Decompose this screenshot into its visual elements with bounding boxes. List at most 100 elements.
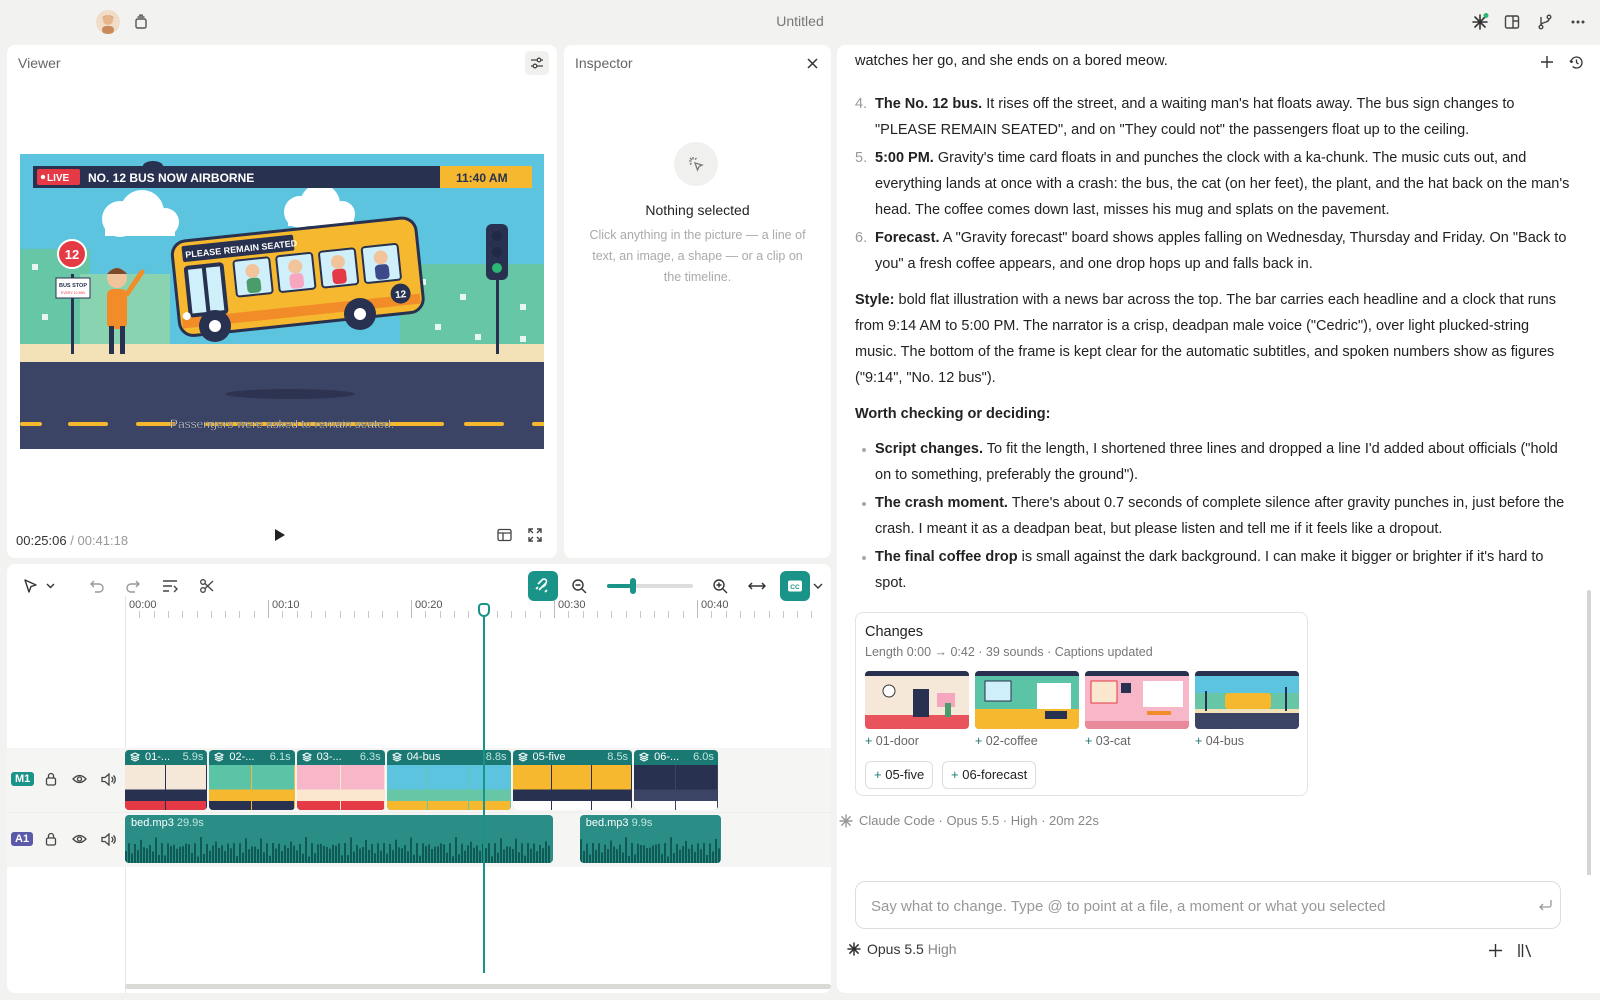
bullet-title: The final coffee drop [875, 549, 1018, 565]
change-item-label: + 03-cat [1085, 734, 1131, 748]
ruler-label: 00:10 [272, 599, 300, 611]
playhead-line [482, 616, 485, 973]
fullscreen-icon[interactable] [525, 525, 545, 545]
ruler-tick [525, 611, 527, 618]
clip-name: 06-... [654, 751, 680, 763]
ruler-tick [539, 611, 541, 618]
viewer-settings-icon[interactable] [525, 51, 549, 75]
enter-icon[interactable] [1536, 896, 1554, 914]
pointer-click-icon [674, 142, 718, 186]
clip-duration: 6.1s [269, 751, 291, 763]
subtitle-caption: Passengers were asked to remain seated. [170, 417, 394, 431]
video-track: M1 01-... 5.9s 02-... 6.1s 03-... 6.3s 04-bus 8… [7, 748, 831, 812]
worth-list: Script changes. To fit the length, I sho… [862, 436, 1575, 598]
list-item: 6. Forecast. A "Gravity forecast" board s… [855, 225, 1575, 277]
ruler-tick [811, 611, 813, 618]
change-thumbnail-04-bus[interactable] [1195, 671, 1299, 729]
change-pill-05-five[interactable]: + 05-five [865, 761, 934, 789]
audio-clip-name: bed.mp3 [131, 817, 177, 829]
ruler-tick [225, 611, 227, 618]
step-number: 4. [855, 96, 868, 112]
ruler-tick [797, 611, 799, 618]
more-icon[interactable] [1568, 12, 1588, 32]
list-item: The final coffee drop is small against t… [862, 544, 1575, 596]
select-tool-button[interactable] [19, 571, 61, 601]
ruler-tick [253, 611, 255, 618]
attach-plus-icon[interactable] [1485, 940, 1505, 960]
document-title: Untitled [776, 13, 824, 29]
change-thumbnail-01-door[interactable] [865, 671, 969, 729]
video-clip[interactable]: 02-... 6.1s [209, 750, 295, 810]
clip-thumbnail [427, 765, 470, 810]
ruler-label: 00:00 [129, 599, 157, 611]
ruler-tick [411, 600, 412, 618]
ruler-tick [439, 611, 441, 618]
ruler-tick [768, 611, 770, 618]
video-clip[interactable]: 04-bus 8.8s [386, 750, 511, 810]
magnet-icon [535, 578, 548, 593]
ruler-tick [153, 611, 155, 618]
zoom-slider[interactable] [607, 578, 693, 594]
changes-summary: Length 0:00 → 0:42 · 39 sounds · Caption… [865, 645, 1153, 659]
chevron-down-icon[interactable] [811, 578, 825, 594]
change-item-label: + 04-bus [1195, 734, 1245, 748]
ruler-tick [654, 611, 656, 618]
ruler-tick [382, 611, 384, 618]
timecode: 00:25:06 / 00:41:18 [16, 533, 128, 548]
video-clip[interactable]: 01-... 5.9s [125, 750, 208, 810]
ruler-tick [339, 611, 341, 618]
video-frame[interactable]: LIVE NO. 12 BUS NOW AIRBORNE 11:40 AM 12… [20, 154, 544, 449]
style-label: Style: [855, 292, 895, 308]
timeline-horizontal-scrollbar[interactable] [125, 984, 831, 989]
ruler-tick [596, 611, 598, 618]
change-thumbnail-02-coffee[interactable] [975, 671, 1079, 729]
video-clip[interactable]: 06-... 6.0s [634, 750, 718, 810]
branch-icon[interactable] [1535, 12, 1555, 32]
clip-thumbnail [209, 765, 252, 810]
bullet-title: The crash moment. [875, 495, 1008, 511]
change-pill-06-forecast[interactable]: + 06-forecast [942, 761, 1037, 789]
ruler-tick [697, 600, 698, 618]
zoom-slider-thumb[interactable] [629, 578, 636, 594]
ruler-tick [268, 600, 269, 618]
play-button[interactable] [269, 524, 291, 546]
playhead-handle[interactable] [477, 603, 490, 617]
claude-spark-icon [847, 942, 861, 956]
ruler-tick [582, 611, 584, 618]
ruler-tick [282, 611, 284, 618]
undo-icon[interactable] [82, 571, 112, 601]
ruler-label: 00:30 [558, 599, 586, 611]
change-thumbnail-03-cat[interactable] [1085, 671, 1189, 729]
stop-sign-line1: BUS STOP [59, 283, 87, 289]
clip-name: 03-... [316, 751, 342, 763]
close-icon[interactable] [801, 52, 823, 74]
audio-clip-duration: 29.9s [176, 817, 204, 829]
video-clip[interactable]: 03-... 6.3s [296, 750, 385, 810]
clip-duration: 8.5s [607, 751, 629, 763]
ruler-tick [496, 611, 498, 618]
worth-heading: Worth checking or deciding: [855, 406, 1051, 422]
step-text: Gravity's time card floats in and punche… [875, 150, 1570, 218]
audio-clip-name: bed.mp3 [585, 817, 632, 829]
avatar[interactable] [96, 10, 120, 34]
ruler-tick [368, 611, 370, 618]
chat-scrollbar[interactable] [1587, 590, 1591, 875]
step-number: 5. [855, 150, 868, 166]
playhead[interactable] [477, 603, 490, 973]
layers-icon[interactable] [131, 12, 151, 32]
layout-icon[interactable] [1502, 12, 1522, 32]
bullet-title: Script changes. [875, 441, 983, 457]
prompt-input[interactable] [871, 894, 1521, 918]
audio-track: A1 bed.mp3 29.9s bed.mp3 9.9s [7, 812, 831, 867]
model-selector[interactable]: Opus 5.5 High [847, 941, 957, 957]
video-clip[interactable]: 05-five 8.5s [512, 750, 633, 810]
library-icon[interactable] [1515, 940, 1535, 960]
current-time: 00:25:06 [16, 533, 67, 548]
safe-area-icon[interactable] [494, 525, 514, 545]
clip-duration: 6.0s [693, 751, 714, 763]
prompt-box[interactable] [855, 881, 1561, 929]
change-item-label: + 01-door [865, 734, 919, 748]
ruler-label: 00:40 [701, 599, 729, 611]
claude-spark-icon[interactable] [1469, 11, 1491, 33]
audio-clip[interactable]: bed.mp3 9.9s [579, 815, 722, 863]
